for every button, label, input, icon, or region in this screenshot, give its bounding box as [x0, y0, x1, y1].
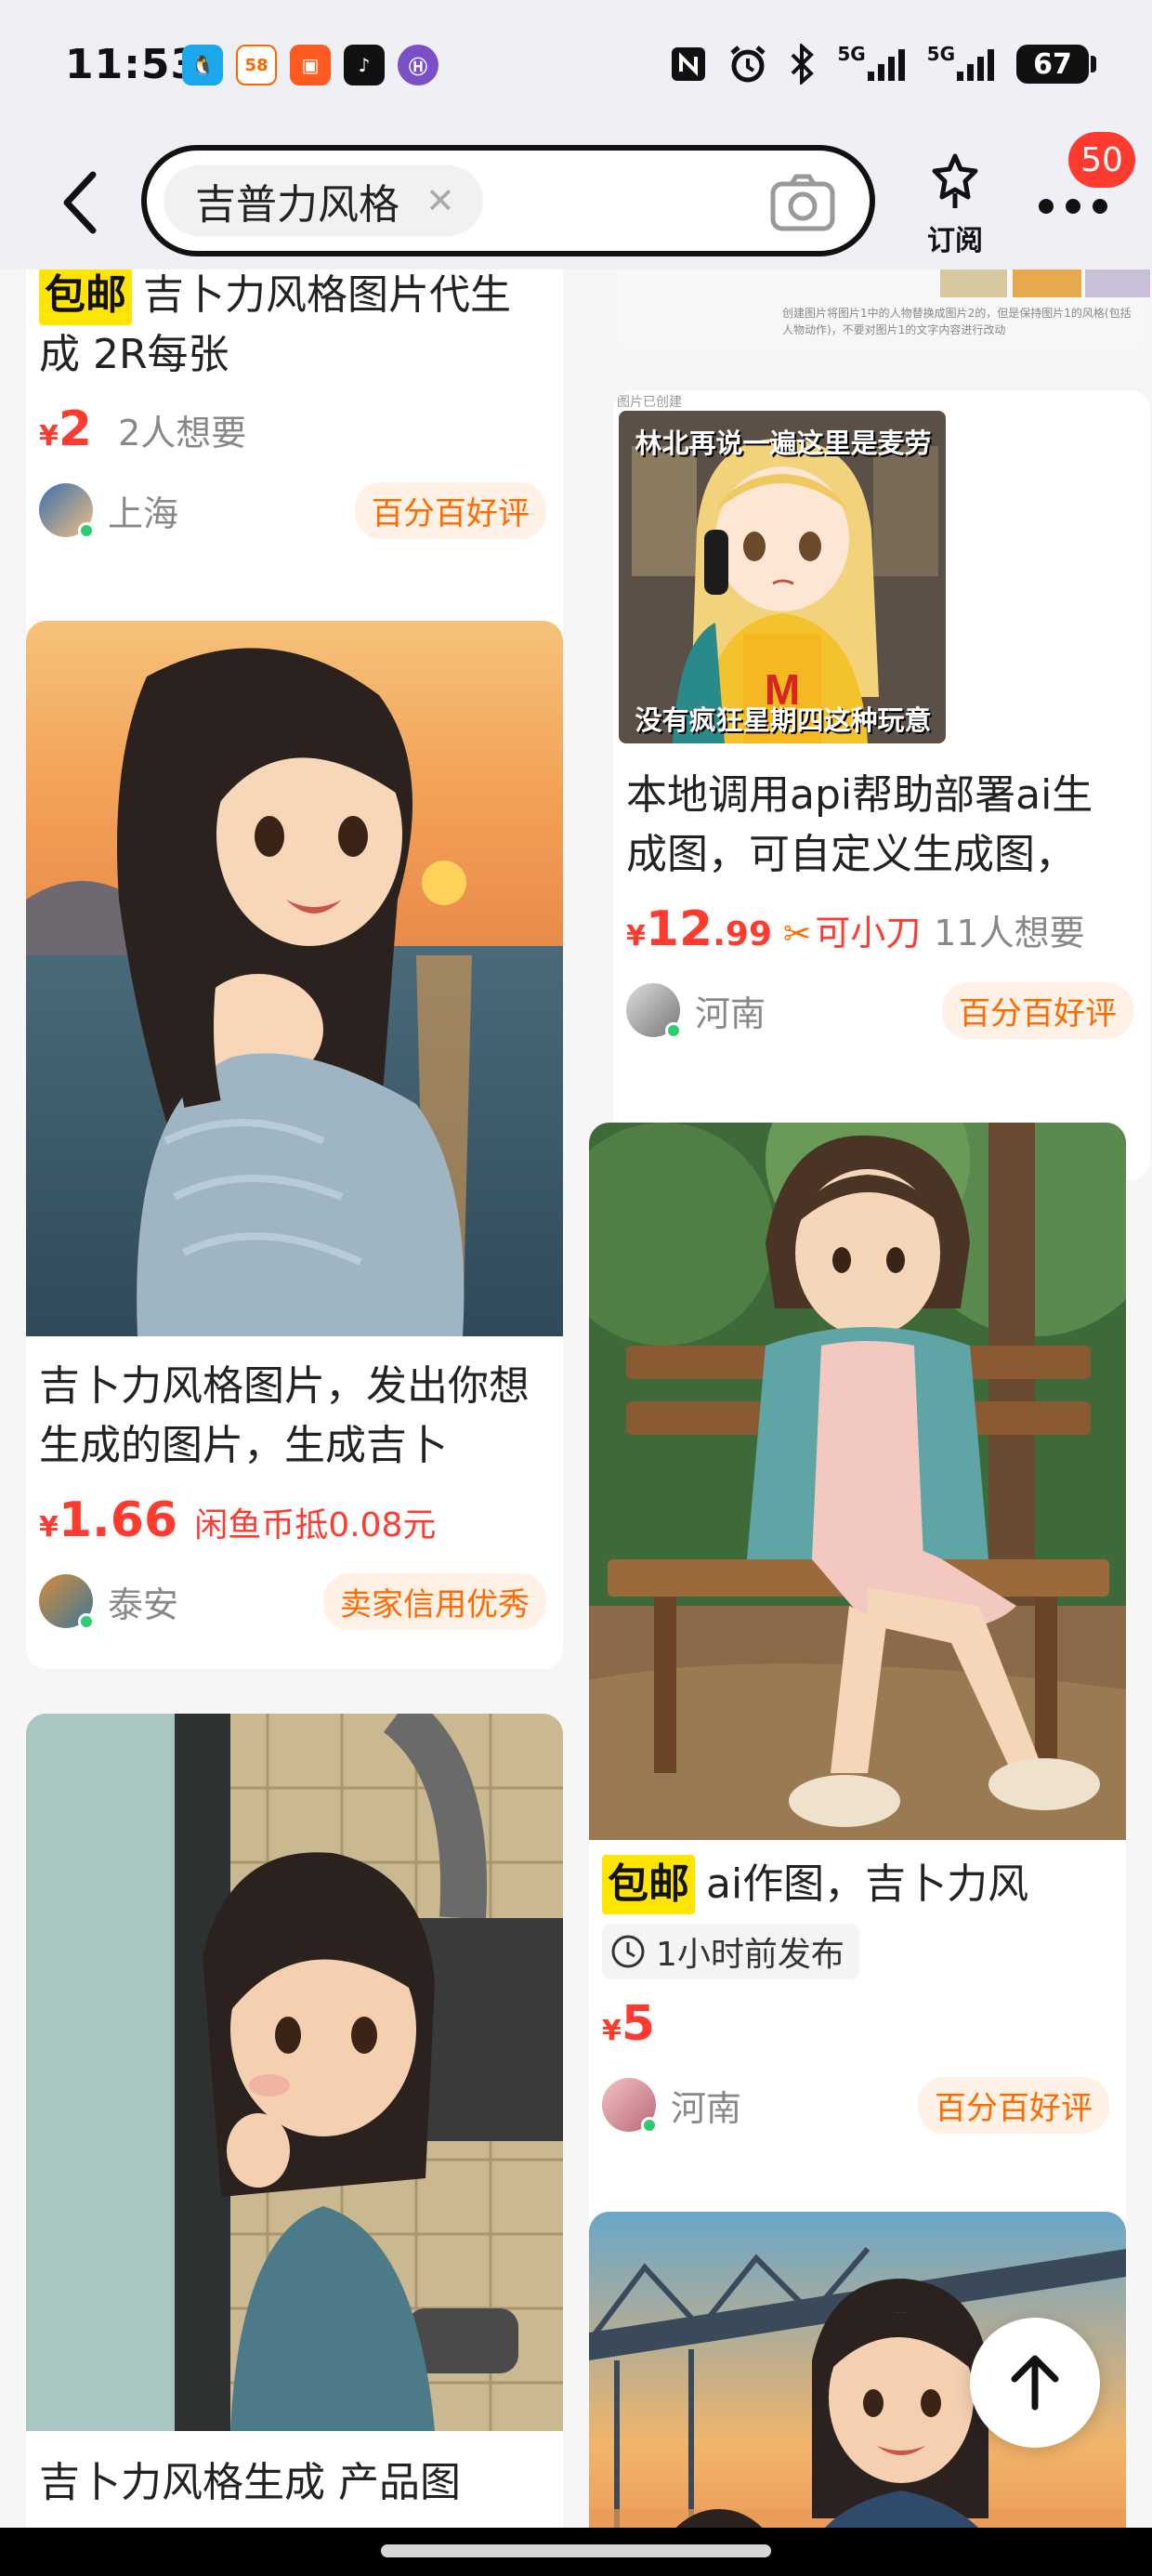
subscribe-label: 订阅 — [927, 225, 983, 257]
meme-bottom-text: 没有疯狂星期四这种玩意 — [635, 704, 932, 736]
clock-icon — [611, 1935, 645, 1968]
avatar[interactable] — [626, 983, 682, 1039]
rating-badge: 百分百好评 — [918, 2076, 1109, 2134]
bargain-label: 可小刀 — [815, 913, 922, 953]
seller-location: 河南 — [671, 2087, 742, 2129]
nfc-icon — [670, 43, 707, 85]
seller-row: 河南 百分百好评 — [626, 981, 1133, 1039]
search-keyword: 吉普力风格 — [195, 181, 399, 229]
price-row: ¥ 12 .99 ✂ 可小刀 11人想要 — [626, 901, 1085, 957]
system-icons: 5G 5G 67 — [670, 43, 1096, 85]
home-indicator[interactable] — [381, 2544, 771, 2557]
back-button[interactable] — [52, 165, 108, 240]
product-title: 吉卜力风格生成 产品图 — [39, 2459, 461, 2506]
bargain-icon: ✂ — [783, 915, 812, 953]
subscribe-pin-icon — [932, 153, 978, 208]
search-header: 吉普力风格 ✕ 订阅 50 — [0, 132, 1152, 269]
product-title: 包邮 ai作图，吉卜力风 — [602, 1855, 1109, 1914]
rating-badge: 百分百好评 — [942, 981, 1133, 1039]
app-58-icon: 58 — [236, 45, 277, 85]
rating-badge: 卖家信用优秀 — [323, 1572, 546, 1630]
product-card[interactable]: 吉卜力风格图片，发出你想生成的图片，生成吉卜 ¥ 1.66 闲鱼币抵0.08元 … — [26, 621, 563, 1669]
kuaishou-app-icon: ▣ — [290, 45, 331, 85]
online-indicator — [665, 1022, 682, 1039]
product-image: 创建图片将图片1中的人物替换成图片2的，但是保持图片1的风格(包括人物动作)，不… — [613, 269, 1150, 353]
product-title: 本地调用api帮助部署ai生成图，可自定义生成图， — [626, 771, 1093, 878]
product-card[interactable]: 创建图片将图片1中的人物替换成图片2的，但是保持图片1的风格(包括人物动作)，不… — [613, 269, 1150, 353]
online-indicator — [78, 1613, 95, 1630]
douyin-app-icon: ♪ — [344, 45, 385, 85]
price-row: ¥ 1.66 闲鱼币抵0.08元 — [39, 1492, 437, 1548]
avatar[interactable] — [602, 2078, 658, 2134]
product-image: 图片已创建 M 林北再说一遍这里是麦劳 没有疯狂星期四这种玩意 — [613, 390, 1150, 753]
status-bar: 11:53 🐧 58 ▣ ♪ Ⓗ 5G 5G 67 — [0, 0, 1152, 139]
back-icon — [63, 171, 97, 234]
product-card[interactable]: 图片已创建 M 林北再说一遍这里是麦劳 没有疯狂星期四这种玩意 本地调用api帮… — [613, 390, 1150, 1180]
status-time: 11:53 — [65, 41, 201, 88]
more-icon — [1039, 199, 1107, 214]
seller-row: 泰安 卖家信用优秀 — [39, 1572, 546, 1630]
price: 1.66 — [58, 1492, 178, 1548]
camera-icon — [770, 174, 835, 231]
product-title: 包邮 吉卜力风格图片代生成 2R每张 — [39, 269, 546, 385]
more-button[interactable] — [1031, 186, 1115, 223]
camera-search-button[interactable] — [769, 173, 836, 232]
signal-5g-icon-1: 5G — [837, 43, 906, 85]
subscribe-button[interactable]: 订阅 — [918, 152, 992, 258]
price-row: ¥ 2 2人想要 — [39, 401, 247, 457]
product-title: 吉卜力风格图片，发出你想生成的图片，生成吉卜 — [39, 1362, 530, 1469]
price-decimal: .99 — [713, 915, 773, 953]
product-image — [26, 621, 563, 1336]
publish-time-tag: 1小时前发布 — [602, 1924, 859, 1979]
online-indicator — [78, 522, 95, 539]
wants-count: 2人想要 — [118, 413, 247, 453]
free-shipping-tag: 包邮 — [602, 1855, 695, 1914]
alarm-icon — [727, 43, 768, 85]
seller-location: 河南 — [695, 992, 766, 1034]
signal-5g-icon-2: 5G — [927, 43, 996, 85]
back-to-top-button[interactable] — [970, 2318, 1100, 2448]
free-shipping-tag: 包邮 — [39, 269, 132, 325]
h-app-icon: Ⓗ — [398, 45, 439, 85]
meme-top-text: 林北再说一遍这里是麦劳 — [635, 427, 932, 459]
seller-row: 河南 百分百好评 — [602, 2076, 1109, 2134]
message-count-badge: 50 — [1068, 132, 1135, 188]
wants-count: 11人想要 — [934, 913, 1085, 953]
product-card[interactable]: 包邮 ai作图，吉卜力风 1小时前发布 ¥ 5 河南 百分百好评 — [589, 1123, 1126, 2340]
search-keyword-chip[interactable]: 吉普力风格 ✕ — [164, 165, 483, 236]
product-image — [26, 1714, 563, 2431]
product-image — [589, 1123, 1126, 1840]
avatar[interactable] — [39, 1574, 95, 1630]
seller-location: 泰安 — [108, 1584, 179, 1625]
qq-app-icon: 🐧 — [182, 45, 223, 85]
avatar[interactable] — [39, 483, 95, 539]
arrow-up-icon — [1011, 2355, 1059, 2411]
price: 5 — [621, 1996, 656, 2052]
notification-icons: 🐧 58 ▣ ♪ Ⓗ — [182, 45, 439, 85]
results-feed: 包邮 吉卜力风格图片代生成 2R每张 ¥ 2 2人想要 上海 百分百好评 创建图片… — [0, 269, 1152, 2528]
online-indicator — [641, 2117, 658, 2134]
coin-discount: 闲鱼币抵0.08元 — [194, 1506, 437, 1544]
product-card[interactable]: 吉卜力风格生成 产品图 — [26, 1714, 563, 2528]
price-row: ¥ 5 — [602, 1996, 656, 2052]
rating-badge: 百分百好评 — [355, 481, 546, 539]
clear-icon[interactable]: ✕ — [425, 180, 455, 221]
seller-location: 上海 — [108, 493, 179, 534]
seller-row: 上海 百分百好评 — [39, 481, 546, 539]
price: 12 — [645, 901, 713, 957]
search-input[interactable]: 吉普力风格 ✕ — [141, 145, 875, 256]
image-caption: 创建图片将图片1中的人物替换成图片2的，但是保持图片1的风格(包括人物动作)，不… — [782, 307, 1132, 336]
price: 2 — [58, 401, 93, 457]
bluetooth-icon — [789, 43, 817, 85]
battery-icon: 67 — [1016, 45, 1096, 84]
